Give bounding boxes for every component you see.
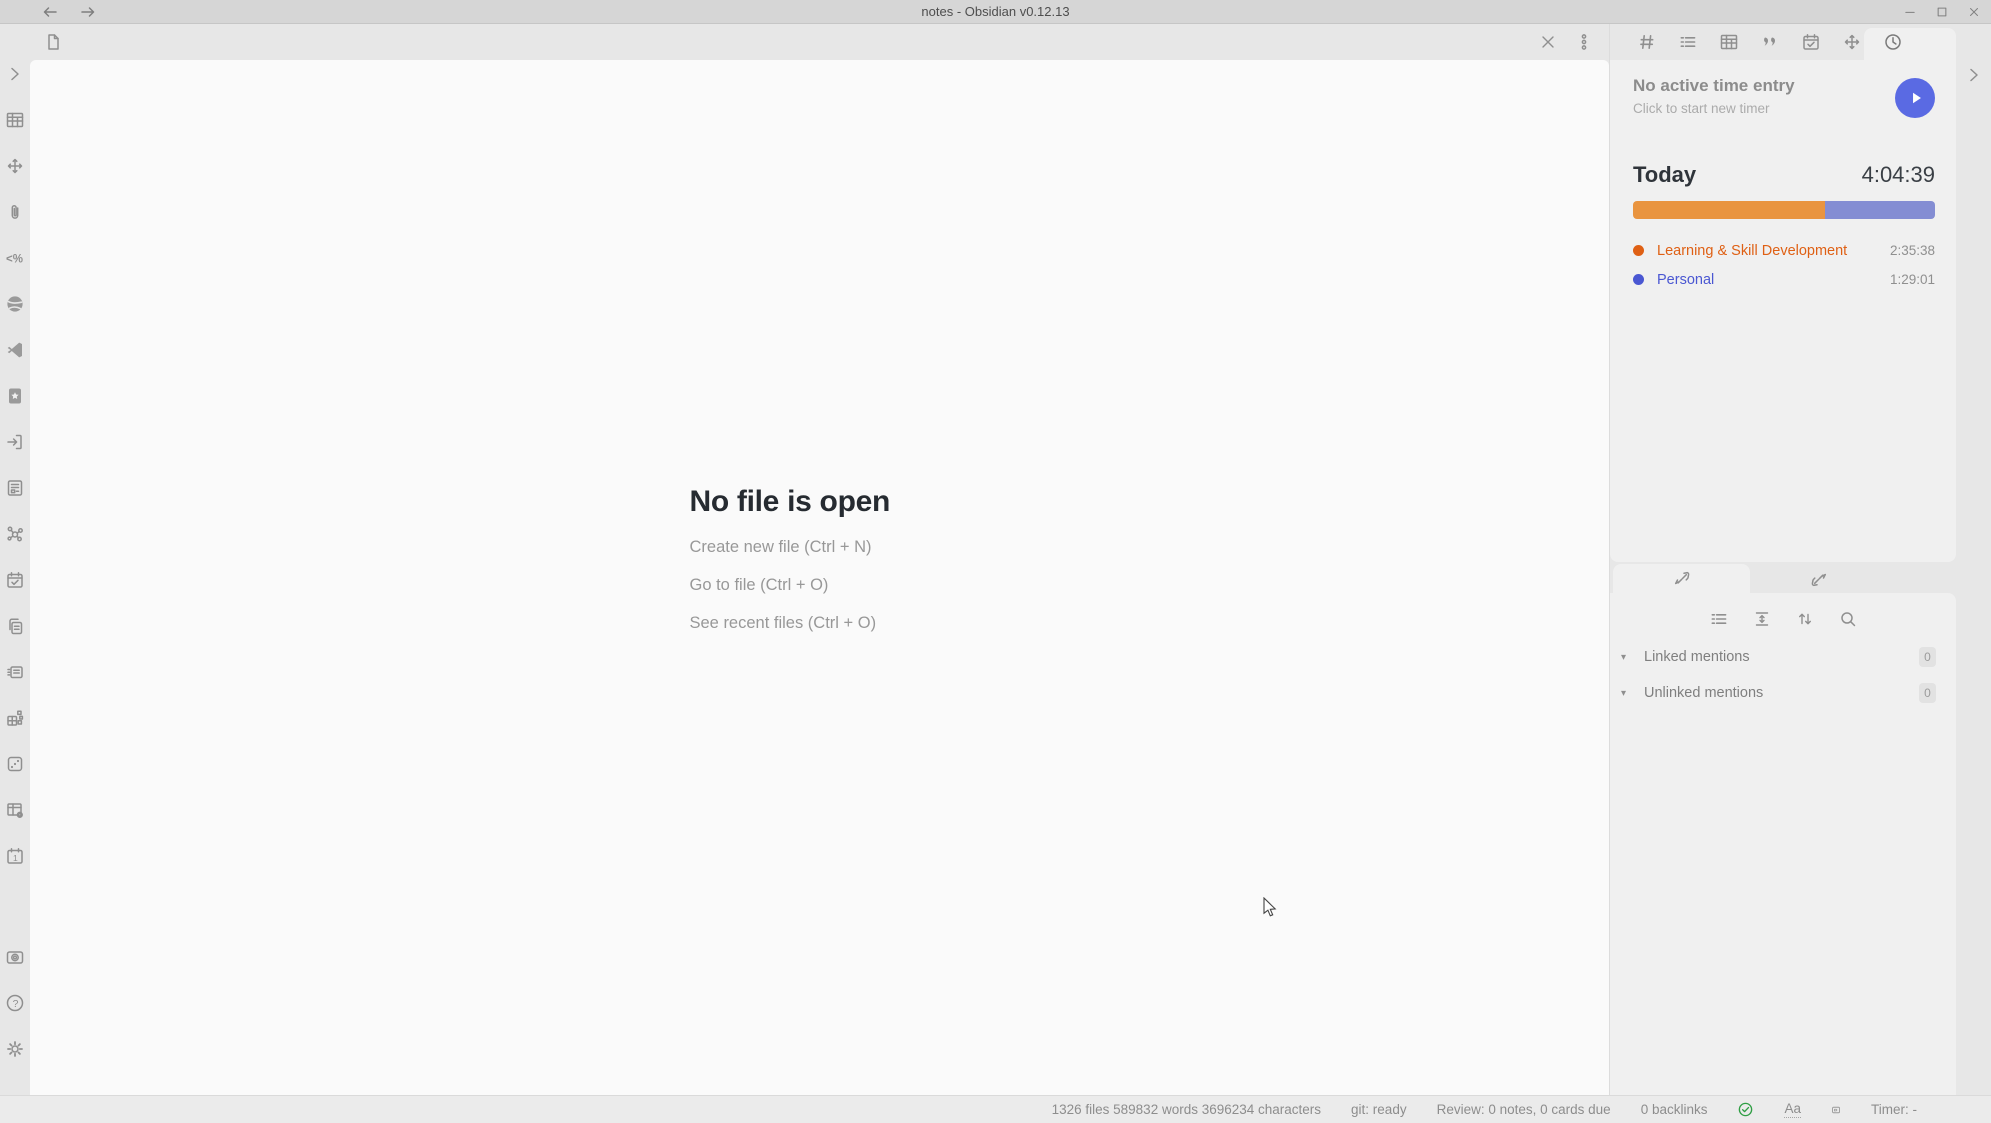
vscode-icon[interactable] xyxy=(3,338,27,362)
today-label: Today xyxy=(1633,162,1696,188)
window-title: notes - Obsidian v0.12.13 xyxy=(0,4,1991,19)
action-go-to-file[interactable]: Go to file (Ctrl + O) xyxy=(690,576,950,595)
copy-icon[interactable] xyxy=(3,614,27,638)
dice-icon[interactable] xyxy=(3,752,27,776)
time-distribution-bar xyxy=(1633,201,1935,219)
paperclip-icon[interactable] xyxy=(3,200,27,224)
left-ribbon xyxy=(0,24,30,1095)
timer-entry: Personal 1:29:01 xyxy=(1633,265,1935,294)
tab-move-icon[interactable] xyxy=(1831,24,1872,60)
section-label: Unlinked mentions xyxy=(1644,685,1763,701)
aa-toggle[interactable]: Aa xyxy=(1784,1101,1801,1118)
action-create-new-file[interactable]: Create new file (Ctrl + N) xyxy=(690,538,950,557)
bar-segment-learning xyxy=(1633,201,1825,219)
cards-icon[interactable] xyxy=(3,660,27,684)
tab-table-icon[interactable] xyxy=(1708,24,1749,60)
empty-state: No file is open Create new file (Ctrl + … xyxy=(690,485,950,1095)
timer-status-subtitle[interactable]: Click to start new timer xyxy=(1633,101,1795,116)
window-controls xyxy=(1899,3,1985,21)
back-button[interactable] xyxy=(40,3,60,21)
backlinks-count[interactable]: 0 backlinks xyxy=(1641,1102,1708,1117)
backlinks-toolbar xyxy=(1610,593,1956,639)
camera-icon[interactable] xyxy=(3,945,27,969)
timer-status-title: No active time entry xyxy=(1633,76,1795,96)
backlinks-tabs xyxy=(1610,563,1956,593)
collapse-right-sidebar-icon[interactable] xyxy=(1963,64,1985,86)
timer-entry: Learning & Skill Development 2:35:38 xyxy=(1633,236,1935,265)
timer-panel: No active time entry Click to start new … xyxy=(1610,60,1956,562)
entry-dot xyxy=(1633,274,1644,285)
card-star-icon[interactable] xyxy=(3,384,27,408)
check-circle-icon[interactable] xyxy=(1737,1101,1754,1118)
collapse-triangle-icon[interactable]: ▾ xyxy=(1621,688,1633,699)
file-stats: 1326 files 589832 words 3696234 characte… xyxy=(1052,1102,1321,1117)
start-timer-button[interactable] xyxy=(1895,78,1935,118)
linked-mentions-section[interactable]: ▾ Linked mentions 0 xyxy=(1610,639,1956,675)
table-icon[interactable] xyxy=(3,108,27,132)
maximize-icon[interactable] xyxy=(1931,3,1953,21)
document-icon[interactable] xyxy=(42,31,64,53)
expand-collapse-icon[interactable] xyxy=(1747,606,1777,632)
move-icon[interactable] xyxy=(3,154,27,178)
minimize-icon[interactable] xyxy=(1899,3,1921,21)
forward-button[interactable] xyxy=(78,3,98,21)
entry-label[interactable]: Learning & Skill Development xyxy=(1657,243,1847,259)
globe-icon[interactable] xyxy=(3,292,27,316)
table-gear-icon[interactable] xyxy=(3,798,27,822)
status-bar: 1326 files 589832 words 3696234 characte… xyxy=(0,1095,1991,1123)
calendar-1-icon[interactable] xyxy=(3,844,27,868)
main-pane: No file is open Create new file (Ctrl + … xyxy=(30,24,1609,1095)
bar-segment-personal xyxy=(1825,201,1935,219)
sign-in-icon[interactable] xyxy=(3,430,27,454)
gear-icon[interactable] xyxy=(3,1037,27,1061)
more-options-icon[interactable] xyxy=(1573,31,1595,53)
entry-dot xyxy=(1633,245,1644,256)
right-edge-ribbon xyxy=(1956,24,1991,1095)
section-label: Linked mentions xyxy=(1644,649,1750,665)
entry-time: 2:35:38 xyxy=(1890,243,1935,258)
app-frame: No file is open Create new file (Ctrl + … xyxy=(0,24,1991,1095)
tab-calendar-check-icon[interactable] xyxy=(1790,24,1831,60)
right-panel-tabs xyxy=(1610,24,1956,60)
git-status[interactable]: git: ready xyxy=(1351,1102,1407,1117)
editor-empty-pane: No file is open Create new file (Ctrl + … xyxy=(30,60,1609,1095)
sort-icon[interactable] xyxy=(1790,606,1820,632)
network-icon[interactable] xyxy=(3,522,27,546)
help-icon[interactable] xyxy=(3,991,27,1015)
count-badge: 0 xyxy=(1919,683,1936,703)
close-pane-icon[interactable] xyxy=(1537,31,1559,53)
timer-entries: Learning & Skill Development 2:35:38 Per… xyxy=(1633,236,1935,294)
review-status[interactable]: Review: 0 notes, 0 cards due xyxy=(1437,1102,1611,1117)
list-view-icon[interactable] xyxy=(1704,606,1734,632)
right-panel: No active time entry Click to start new … xyxy=(1609,24,1956,1095)
action-see-recent-files[interactable]: See recent files (Ctrl + O) xyxy=(690,614,950,633)
nav-arrows xyxy=(40,3,98,21)
backlinks-panel: ▾ Linked mentions 0 ▾ Unlinked mentions … xyxy=(1610,593,1956,1095)
entry-time: 1:29:01 xyxy=(1890,272,1935,287)
tab-list-icon[interactable] xyxy=(1667,24,1708,60)
today-total-time: 4:04:39 xyxy=(1862,162,1935,188)
chevron-right-icon[interactable] xyxy=(3,62,27,86)
tab-link-out-icon[interactable] xyxy=(1750,564,1887,593)
document-form-icon[interactable] xyxy=(3,476,27,500)
entry-label[interactable]: Personal xyxy=(1657,272,1714,288)
search-icon[interactable] xyxy=(1833,606,1863,632)
collapse-triangle-icon[interactable]: ▾ xyxy=(1621,652,1633,663)
empty-state-title: No file is open xyxy=(690,485,950,519)
code-percent-icon[interactable] xyxy=(3,246,27,270)
close-window-icon[interactable] xyxy=(1963,3,1985,21)
titlebar: notes - Obsidian v0.12.13 xyxy=(0,0,1991,24)
tab-link-in-icon[interactable] xyxy=(1613,564,1750,593)
mini-box-icon[interactable] xyxy=(1831,1105,1841,1115)
count-badge: 0 xyxy=(1919,647,1936,667)
pane-header xyxy=(30,24,1609,60)
unlinked-mentions-section[interactable]: ▾ Unlinked mentions 0 xyxy=(1610,675,1956,711)
timer-status[interactable]: Timer: - xyxy=(1871,1102,1917,1117)
puzzle-pieces-icon[interactable] xyxy=(3,706,27,730)
calendar-check-icon[interactable] xyxy=(3,568,27,592)
tab-hash-icon[interactable] xyxy=(1626,24,1667,60)
tab-quote-icon[interactable] xyxy=(1749,24,1790,60)
tab-clock-icon[interactable] xyxy=(1872,24,1913,60)
